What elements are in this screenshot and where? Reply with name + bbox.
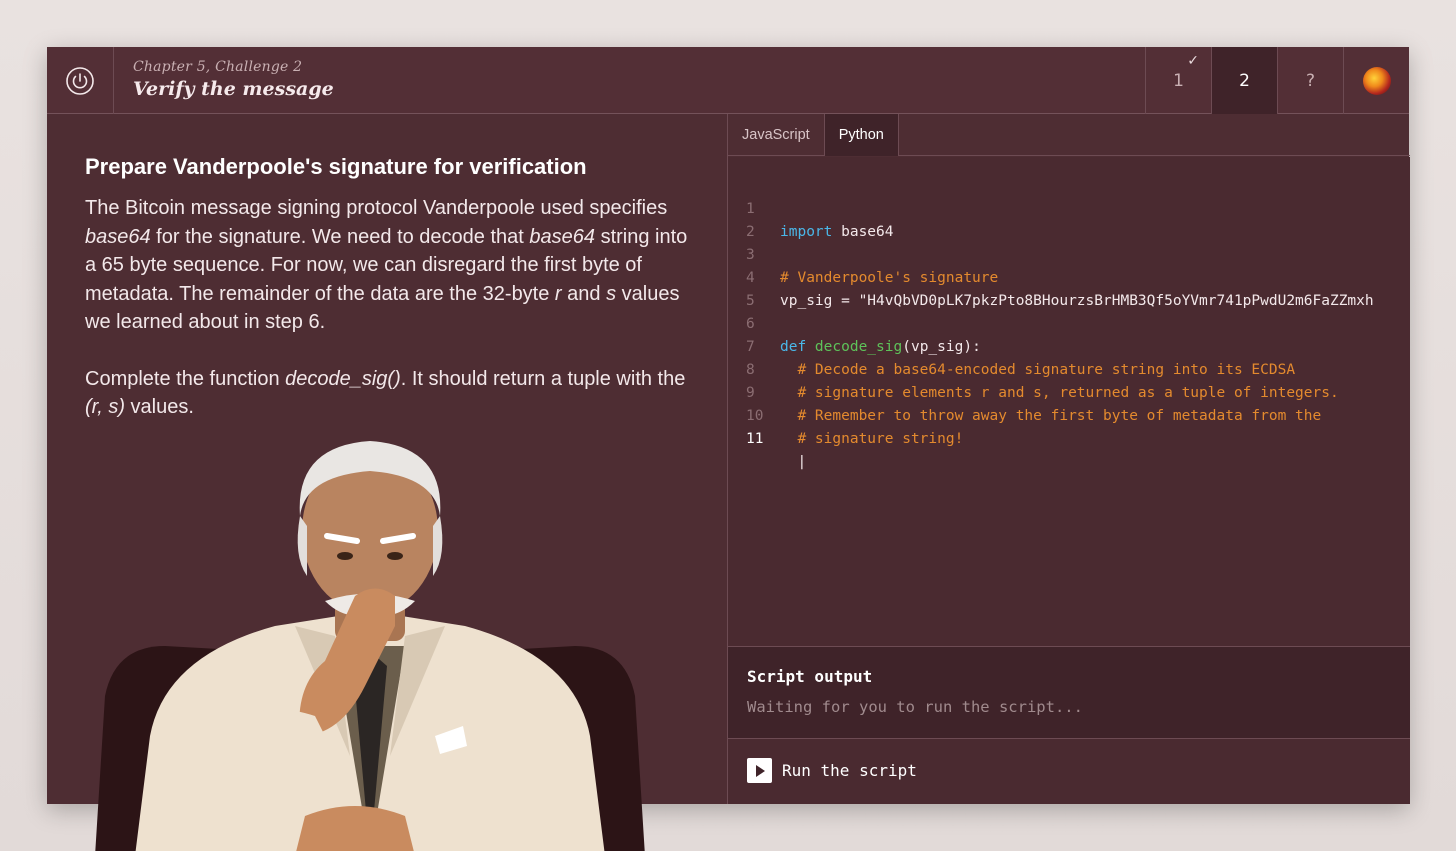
prompt-paragraph-2: Complete the function decode_sig(). It s… [85, 365, 695, 422]
code-comment: # signature string! [780, 431, 964, 447]
code-text: def decode_sig(vp_sig): [780, 336, 981, 359]
p2-text-3: values. [125, 396, 194, 418]
code-line: 4 vp_sig = "H4vQbVD0pLK7pkzPto8BHourzsBr… [728, 244, 1374, 309]
p1-text-1: The Bitcoin message signing protocol Van… [85, 197, 668, 219]
p2-text-1: Complete the function [85, 367, 286, 390]
run-script-button[interactable]: Run the script [747, 758, 917, 783]
code-line: 5 [728, 267, 798, 309]
step-2-button[interactable]: 2 [1211, 47, 1277, 114]
code-line: 10 # signature string! [728, 382, 963, 447]
p1-em-1: base64 [85, 225, 151, 248]
step-nav: 1 ✓ 2 ? [1145, 47, 1409, 114]
challenge-title: Verify the message [133, 78, 334, 100]
p2-text-2: . It should return a tuple with the [400, 367, 686, 390]
code-comment: # Decode a base64-encoded signature stri… [780, 362, 1296, 378]
profile-button[interactable] [1343, 47, 1409, 114]
challenge-titles: Chapter 5, Challenge 2 Verify the messag… [133, 59, 334, 100]
code-panel: JavaScript Python 1 import base64 2 3 # … [727, 114, 1410, 804]
code-comment: # Vanderpoole's signature [780, 270, 999, 286]
text-cursor: | [780, 454, 807, 470]
prompt-heading: Prepare Vanderpoole's signature for veri… [85, 154, 587, 179]
power-button[interactable] [47, 47, 114, 114]
language-tabs: JavaScript Python [728, 114, 1410, 156]
code-editor[interactable]: 1 import base64 2 3 # Vanderpoole's sign… [728, 157, 1410, 646]
code-comment: # Remember to throw away the first byte … [780, 408, 1322, 424]
p1-text-4: and [561, 282, 607, 305]
instructions-panel: Prepare Vanderpoole's signature for veri… [47, 114, 727, 851]
p2-em-2: (r, s) [85, 396, 125, 418]
code-plain: (vp_sig): [902, 339, 981, 355]
step-1-button[interactable]: 1 ✓ [1145, 47, 1211, 114]
tab-python[interactable]: Python [824, 114, 899, 156]
check-icon: ✓ [1187, 53, 1199, 69]
code-line: 1 import base64 [728, 175, 894, 240]
output-title: Script output [747, 667, 873, 686]
step-2-label: 2 [1239, 70, 1250, 91]
code-line: 6 def decode_sig(vp_sig): [728, 290, 981, 355]
code-line: 7 # Decode a base64-encoded signature st… [728, 313, 1295, 378]
code-line: 8 # signature elements r and s, returned… [728, 336, 1339, 401]
code-line: 3 # Vanderpoole's signature [728, 221, 998, 286]
p1-em-3: r [554, 282, 562, 305]
play-icon [747, 758, 772, 783]
code-comment: # signature elements r and s, returned a… [780, 385, 1339, 401]
chapter-label: Chapter 5, Challenge 2 [133, 59, 303, 75]
run-script-label: Run the script [782, 761, 917, 780]
script-output-panel: Script output Waiting for you to run the… [728, 646, 1410, 739]
function-name: decode_sig [806, 339, 903, 355]
code-plain: vp_sig = "H4vQbVD0pLK7pkzPto8BHourzsBrHM… [780, 293, 1374, 309]
current-line-number: 11 [746, 431, 764, 447]
run-bar: Run the script [728, 739, 1410, 804]
app-window: Chapter 5, Challenge 2 Verify the messag… [47, 47, 1410, 851]
p1-text-2: for the signature. We need to decode tha… [150, 225, 530, 248]
code-line: 11 | [728, 405, 806, 470]
character-illustration [95, 441, 645, 851]
avatar [1362, 66, 1391, 95]
output-text: Waiting for you to run the script... [747, 698, 1083, 716]
p1-em-2: base64 [529, 225, 596, 248]
code-plain: base64 [832, 224, 894, 240]
code-line: 2 [728, 198, 798, 240]
tab-javascript[interactable]: JavaScript [728, 114, 825, 156]
prompt-body: The Bitcoin message signing protocol Van… [85, 194, 695, 422]
header-bar: Chapter 5, Challenge 2 Verify the messag… [47, 47, 1409, 114]
help-button[interactable]: ? [1277, 47, 1343, 114]
prompt-paragraph-1: The Bitcoin message signing protocol Van… [85, 194, 695, 337]
p1-em-4: s [606, 282, 617, 305]
code-line: 9 # Remember to throw away the first byt… [728, 359, 1321, 424]
step-1-label: 1 [1173, 70, 1184, 91]
help-label: ? [1305, 70, 1316, 91]
power-icon [66, 66, 94, 95]
p2-em-1: decode_sig() [285, 367, 401, 390]
